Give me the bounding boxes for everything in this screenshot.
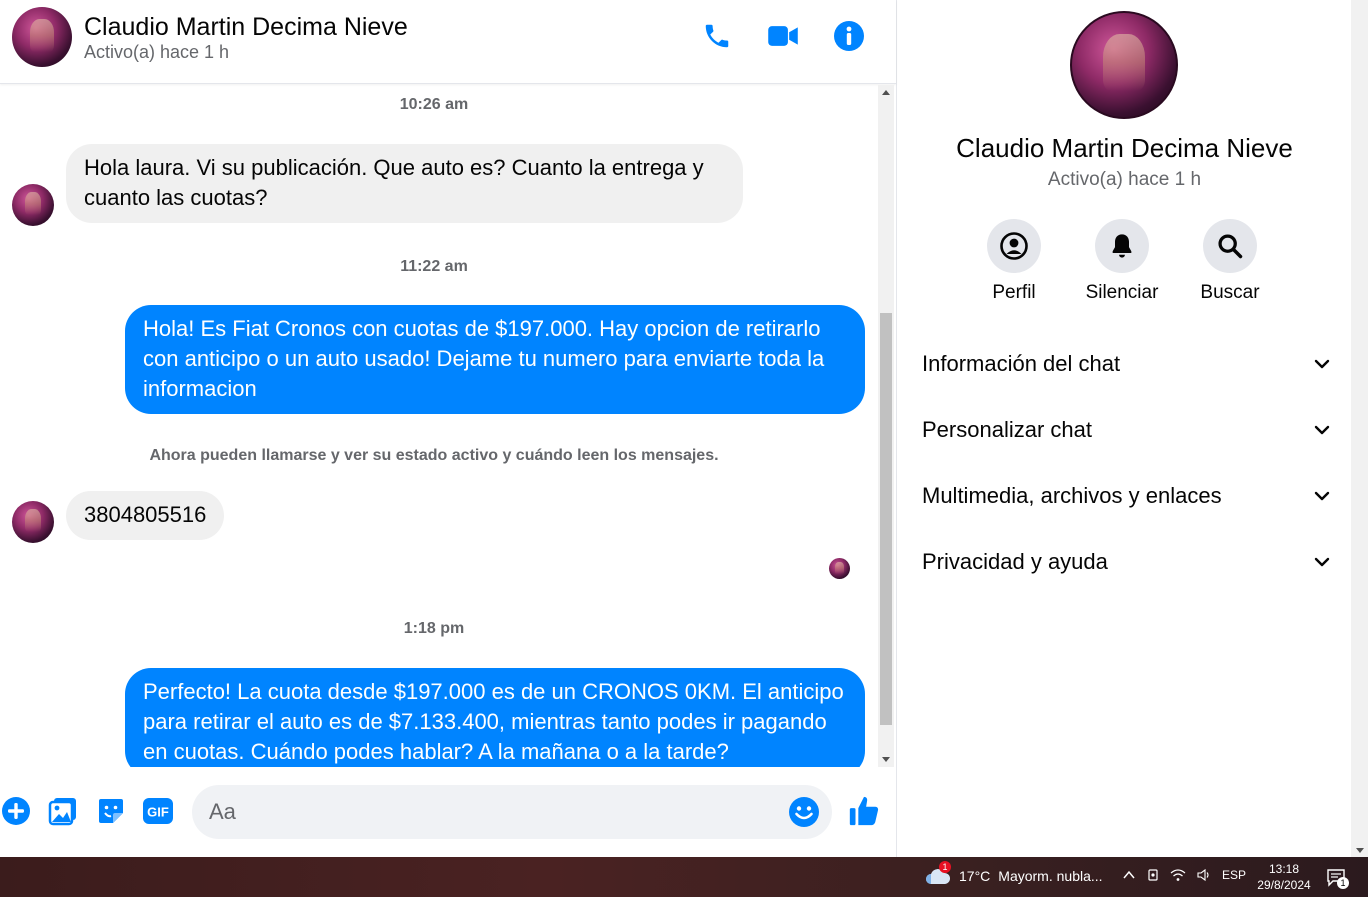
contact-name[interactable]: Claudio Martin Decima Nieve [84,13,408,42]
section-customize-chat[interactable]: Personalizar chat [922,410,1332,450]
weather-text: Mayorm. nubla... [998,868,1103,884]
temperature: 17°C [959,868,991,884]
message-timestamp: 11:22 am [400,258,468,275]
section-chat-info[interactable]: Información del chat [922,344,1332,384]
chevron-up-icon[interactable] [1122,868,1136,882]
info-contact-status: Activo(a) hace 1 h [1047,169,1202,190]
sender-avatar[interactable] [12,501,54,543]
page-scrollbar[interactable] [1351,0,1368,857]
scrollbar-thumb[interactable] [880,313,892,725]
scroll-down-arrow-icon[interactable] [882,757,890,762]
section-title: Personalizar chat [922,417,1092,442]
windows-taskbar: 1 17°C Mayorm. nubla... ESP 13:18 29/8/2… [0,857,1368,897]
wifi-icon[interactable] [1170,868,1186,882]
info-avatar[interactable] [1070,11,1178,119]
message-composer: GIF [0,767,896,857]
notification-count-badge: 1 [1337,877,1349,889]
image-icon[interactable] [47,795,79,827]
notification-center-icon[interactable]: 1 [1325,866,1349,890]
emoji-icon[interactable] [788,796,820,828]
sender-avatar[interactable] [12,184,54,226]
message-scrollbar[interactable] [878,85,894,767]
clock-time: 13:18 [1268,862,1300,876]
search-icon[interactable] [1203,219,1257,273]
message-timestamp: 10:26 am [399,96,469,113]
section-title: Multimedia, archivos y enlaces [922,483,1222,508]
plus-icon[interactable] [0,795,32,827]
chevron-down-icon [1314,491,1330,501]
speaker-icon[interactable] [1196,868,1212,882]
search-label: Buscar [1200,282,1260,303]
chevron-down-icon [1314,425,1330,435]
section-media-files-links[interactable]: Multimedia, archivos y enlaces [922,476,1332,516]
profile-button[interactable]: Perfil [969,219,1059,304]
outgoing-message[interactable]: Hola! Es Fiat Cronos con cuotas de $197.… [125,305,865,414]
scroll-down-arrow-icon[interactable] [1356,848,1364,853]
gif-label: GIF [147,805,169,820]
clock[interactable]: 13:18 29/8/2024 [1255,861,1313,893]
chat-notice: Ahora pueden llamarse y ver su estado ac… [149,447,719,464]
scroll-up-arrow-icon[interactable] [882,90,890,95]
chat-header: Claudio Martin Decima Nieve Activo(a) ha… [0,0,896,84]
section-privacy-help[interactable]: Privacidad y ayuda [922,542,1332,582]
phone-icon[interactable] [699,18,735,54]
clock-date: 29/8/2024 [1257,878,1311,892]
device-icon[interactable] [1146,868,1160,882]
messenger-window: Claudio Martin Decima Nieve Activo(a) ha… [0,0,1368,857]
gif-icon[interactable]: GIF [142,795,174,827]
chevron-down-icon [1314,557,1330,567]
mute-label: Silenciar [1085,282,1159,303]
chat-info-panel: Claudio Martin Decima Nieve Activo(a) ha… [898,0,1351,857]
profile-label: Perfil [992,282,1036,303]
system-tray: ESP [1122,868,1246,882]
incoming-message[interactable]: 3804805516 [66,491,225,540]
contact-status: Activo(a) hace 1 h [84,42,230,62]
read-receipt-avatar [829,558,850,579]
info-contact-name: Claudio Martin Decima Nieve [956,133,1293,163]
section-title: Información del chat [922,351,1121,376]
message-input-box[interactable] [192,785,832,839]
search-button[interactable]: Buscar [1185,219,1275,304]
weather-alert-badge: 1 [939,861,951,873]
profile-icon[interactable] [987,219,1041,273]
chat-panel: Claudio Martin Decima Nieve Activo(a) ha… [0,0,897,857]
bell-icon[interactable] [1095,219,1149,273]
message-list[interactable]: 10:26 am Hola laura. Vi su publicación. … [0,85,878,767]
outgoing-message[interactable]: Perfecto! La cuota desde $197.000 es de … [125,668,865,767]
chevron-down-icon [1314,359,1330,369]
section-title: Privacidad y ayuda [922,549,1108,574]
mute-button[interactable]: Silenciar [1077,219,1167,304]
thumbs-up-icon[interactable] [846,793,882,829]
input-language[interactable]: ESP [1222,868,1246,882]
contact-avatar[interactable] [12,7,72,67]
message-timestamp: 1:18 pm [403,620,465,637]
weather-widget[interactable]: 1 17°C Mayorm. nubla... [925,861,1103,887]
cloud-icon: 1 [925,861,951,887]
sticker-icon[interactable] [95,795,127,827]
message-input[interactable] [209,797,779,827]
video-camera-icon[interactable] [765,18,801,54]
incoming-message[interactable]: Hola laura. Vi su publicación. Que auto … [66,144,743,223]
info-icon[interactable] [831,18,867,54]
